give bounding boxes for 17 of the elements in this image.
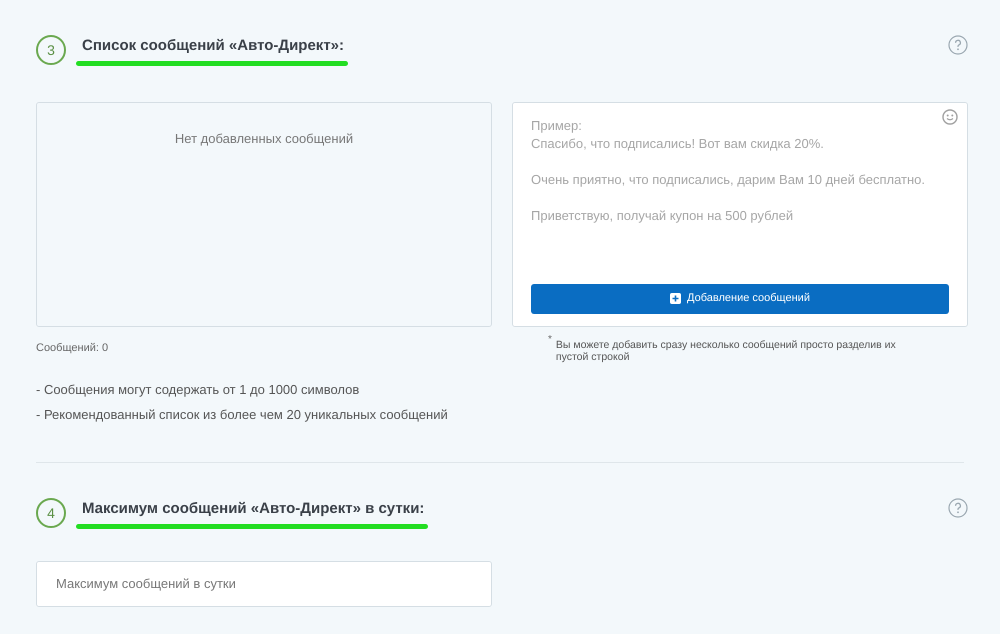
note-text: - Сообщения могут содержать от 1 до 1000 символов [36,381,360,399]
help-icon[interactable] [948,498,968,518]
smiley-icon[interactable] [942,108,958,124]
message-input-field[interactable]: Пример: Спасибо, что подписались! Вот вам скидка 20%. Очень приятно, что подписались, дарим Вам 10 дней бесплатно. Приветствую, получай купон на 500 рублей Добавление сообщений [512,102,968,326]
section-title: Список сообщений «Авто-Директ»: [81,36,346,56]
daily-limit-field[interactable]: Максимум сообщений в сутки [36,560,492,606]
plus-icon [670,293,682,304]
step-number: 4 [36,498,66,528]
section-title: Максимум сообщений «Авто-Директ» в сутки: [81,499,426,519]
help-icon[interactable] [948,35,968,55]
footnote-mark: * [548,334,552,346]
note-text: - Рекомендованный список из более чем 20 уникальных сообщений [36,406,449,424]
add-messages-button[interactable]: Добавление сообщений [531,284,949,314]
step-number: 3 [36,35,66,66]
hint-text: Вы можете добавить сразу несколько сообщений просто разделив их пустой строкой [556,338,897,362]
empty-message: Нет добавленных сообщений [174,130,354,146]
message-counter: Сообщений: 0 [36,340,110,356]
